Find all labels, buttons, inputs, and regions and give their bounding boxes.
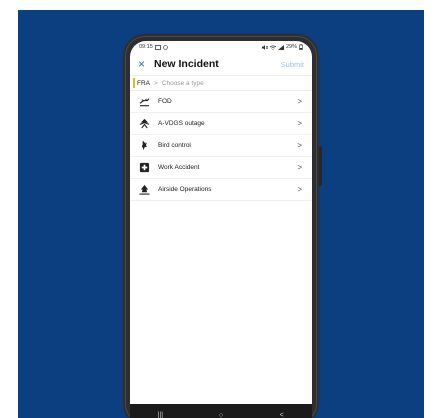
breadcrumb-code[interactable]: FRA	[137, 80, 150, 87]
incident-type-airside-operations[interactable]: Airside Operations >	[130, 179, 312, 201]
bird-icon	[138, 140, 150, 152]
list-item-label: A-VDGS outage	[158, 120, 205, 127]
vdgs-icon	[138, 118, 150, 130]
incident-type-a-vdgs-outage[interactable]: A-VDGS outage >	[130, 113, 312, 135]
chevron-right-icon: >	[297, 97, 302, 106]
page-title: New Incident	[154, 58, 219, 70]
wifi-icon	[269, 45, 276, 50]
app-bar: × New Incident Submit	[130, 53, 312, 75]
status-bar: 09:15 29%	[130, 41, 312, 53]
chevron-right-icon: >	[297, 185, 302, 194]
home-button[interactable]: ○	[206, 412, 236, 418]
incident-type-fod[interactable]: FOD >	[130, 91, 312, 113]
list-item-label: FOD	[158, 98, 172, 105]
battery-percent: 29%	[285, 44, 297, 50]
incident-type-work-accident[interactable]: Work Accident >	[130, 157, 312, 179]
recents-button[interactable]: |||	[145, 412, 175, 418]
breadcrumb-marker	[133, 78, 135, 88]
phone-screen: 09:15 29% × New Incident Submit FRA > Ch…	[130, 41, 312, 418]
phone-frame: 09:15 29% × New Incident Submit FRA > Ch…	[123, 34, 322, 418]
breadcrumb-separator: >	[154, 79, 158, 87]
list-item-label: Work Accident	[158, 164, 200, 171]
list-item-label: Airside Operations	[158, 186, 212, 193]
signal-icon	[277, 44, 284, 50]
incident-type-bird-control[interactable]: Bird control >	[130, 135, 312, 157]
chevron-right-icon: >	[297, 163, 302, 172]
submit-button[interactable]: Submit	[281, 60, 304, 69]
incident-type-list: FOD > A-VDGS outage > Bird control > Wor…	[130, 91, 312, 201]
close-button[interactable]: ×	[138, 57, 152, 71]
breadcrumb-hint: Choose a type	[161, 79, 204, 87]
back-button[interactable]: <	[267, 412, 297, 418]
first-aid-icon	[138, 162, 150, 174]
android-nav-bar: ||| ○ <	[130, 404, 312, 418]
background: 09:15 29% × New Incident Submit FRA > Ch…	[18, 10, 424, 418]
breadcrumb: FRA > Choose a type	[130, 75, 312, 91]
list-item-label: Bird control	[158, 142, 191, 149]
aircraft-icon	[138, 184, 150, 196]
status-time: 09:15	[139, 44, 153, 50]
chevron-right-icon: >	[297, 119, 302, 128]
gallery-notification-icon	[154, 44, 161, 50]
chat-notification-icon	[163, 44, 168, 50]
phone-side-button	[319, 146, 322, 186]
fod-icon	[138, 96, 150, 108]
mute-icon	[261, 44, 268, 50]
battery-icon	[299, 44, 303, 50]
chevron-right-icon: >	[297, 141, 302, 150]
